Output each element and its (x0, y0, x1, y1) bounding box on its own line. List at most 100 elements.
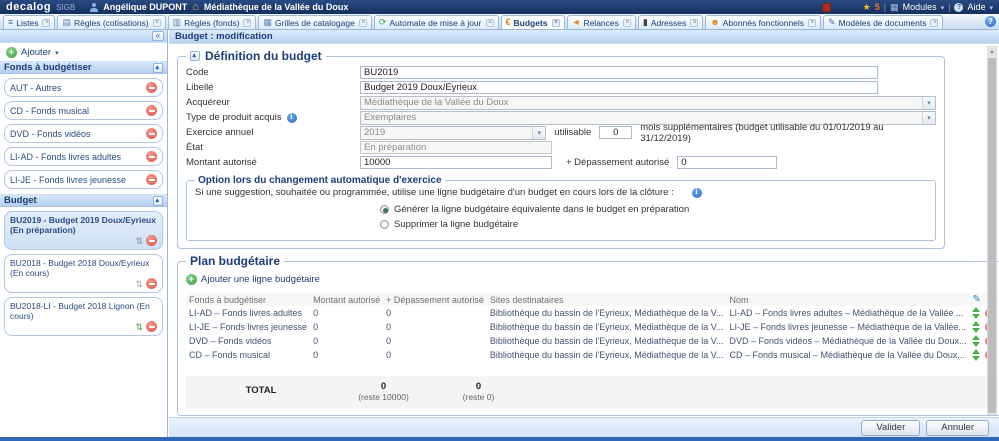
col-montant: Montant autorisé (310, 293, 383, 306)
budget-item[interactable]: BU2018 - Budget 2018 Doux/Eyrieux (En co… (4, 254, 163, 293)
budget-item[interactable]: BU2018-LI - Budget 2018 Lignon (En cours… (4, 297, 163, 336)
remove-icon[interactable] (146, 278, 157, 289)
tab-close-icon[interactable] (42, 19, 50, 27)
page-title: Budget : modification (169, 30, 999, 44)
libelle-input[interactable] (360, 81, 878, 94)
acquereur-label: Acquéreur (186, 97, 360, 108)
tab-close-icon[interactable] (153, 19, 161, 27)
info-icon[interactable] (692, 188, 702, 198)
plan-row[interactable]: LI-AD – Fonds livres adultes 0 0 Bibliot… (186, 306, 998, 320)
tab-close-icon[interactable] (486, 19, 494, 27)
scroll-up-arrow-icon[interactable] (988, 47, 996, 57)
tab[interactable]: ✎ Modèles de documents (823, 15, 943, 29)
home-icon: ⌂ (192, 2, 199, 12)
type-produit-label: Type de produit acquis (186, 112, 282, 123)
tab-close-icon[interactable] (623, 19, 631, 27)
tab[interactable]: ▦ Grilles de catalogage (258, 15, 371, 29)
cell-fonds: LI-JE – Fonds livres jeunesse (186, 320, 310, 334)
modules-grid-icon: ▦ (890, 2, 899, 13)
generer-radio[interactable] (380, 205, 389, 214)
help-icon[interactable]: ? (985, 16, 996, 27)
plan-row[interactable]: CD – Fonds musical 0 0 Bibliothèque du b… (186, 348, 998, 362)
scrollbar-thumb[interactable] (988, 58, 996, 413)
tab[interactable]: ▤ Règles (cotisations) (57, 15, 165, 29)
move-row-icon[interactable] (972, 349, 981, 361)
tab-bar: ≡ Listes ▤ Règles (cotisations) ▥ Règles… (0, 14, 999, 30)
move-row-icon[interactable] (972, 321, 981, 333)
valider-button[interactable]: Valider (861, 420, 920, 436)
recycle-icon[interactable] (135, 322, 143, 332)
tab-label: Grilles de catalogage (275, 18, 355, 28)
cell-depassement: 0 (383, 334, 487, 348)
fund-item[interactable]: LI-AD - Fonds livres adultes (4, 147, 163, 166)
tab-close-icon[interactable] (808, 19, 816, 27)
notification-count[interactable]: 5 (875, 2, 880, 12)
budget-item[interactable]: BU2019 - Budget 2019 Doux/Eyrieux (En pr… (4, 211, 163, 250)
supprimer-radio[interactable] (380, 220, 389, 229)
depassement-input[interactable] (677, 156, 777, 169)
tab-close-icon[interactable] (359, 19, 367, 27)
sidebar-collapse-button[interactable] (152, 31, 164, 41)
fund-item[interactable]: AUT - Autres (4, 78, 163, 97)
fund-item[interactable]: DVD - Fonds vidéos (4, 124, 163, 143)
tab[interactable]: ◄ Relances (567, 15, 636, 29)
aide-menu[interactable]: Aide (967, 2, 985, 12)
exercice-select[interactable]: 2019 (360, 126, 546, 140)
chevron-down-icon[interactable] (941, 2, 945, 12)
fund-item[interactable]: CD - Fonds musical (4, 101, 163, 120)
remove-icon[interactable] (146, 321, 157, 332)
annuler-button[interactable]: Annuler (926, 420, 989, 436)
code-input[interactable] (360, 66, 878, 79)
tab-icon: ≡ (8, 18, 13, 27)
fund-item[interactable]: LI-JE - Fonds livres jeunesse (4, 170, 163, 189)
col-sites: Sites destinataires (487, 293, 727, 306)
remove-icon[interactable] (146, 174, 157, 185)
montant-input[interactable] (360, 156, 552, 169)
cell-nom: LI-AD – Fonds livres adultes – Médiathèq… (726, 306, 969, 320)
remove-icon[interactable] (146, 128, 157, 139)
col-fonds: Fonds à budgétiser (186, 293, 310, 306)
remove-icon[interactable] (146, 105, 157, 116)
acquereur-select[interactable]: Médiathèque de la Vallée du Doux (360, 96, 936, 110)
plan-row[interactable]: LI-JE – Fonds livres jeunesse 0 0 Biblio… (186, 320, 998, 334)
remove-icon[interactable] (146, 82, 157, 93)
logout-icon[interactable] (822, 3, 831, 12)
vertical-scrollbar[interactable] (987, 46, 997, 415)
tab[interactable]: ≡ Listes (3, 15, 55, 29)
info-icon[interactable] (287, 113, 297, 123)
chevron-down-icon[interactable] (989, 2, 993, 12)
plan-legend: Plan budgétaire (190, 254, 280, 268)
tab-close-icon[interactable] (930, 19, 938, 27)
tab-close-icon[interactable] (243, 19, 251, 27)
move-row-icon[interactable] (972, 335, 981, 347)
tab-close-icon[interactable] (552, 19, 560, 27)
recycle-icon[interactable] (135, 236, 143, 246)
tab[interactable]: ⟳ Automate de mise à jour (374, 15, 499, 29)
tab[interactable]: ▥ Règles (fonds) (168, 15, 257, 29)
move-row-icon[interactable] (972, 307, 981, 319)
collapse-icon[interactable] (190, 51, 200, 61)
add-button[interactable]: Ajouter (0, 43, 167, 61)
remove-icon[interactable] (146, 235, 157, 246)
tab[interactable]: ☻ Abonnés fonctionnels (705, 15, 821, 29)
modules-menu[interactable]: Modules (903, 2, 937, 12)
edit-columns-icon[interactable]: ✎ (972, 294, 980, 305)
sidebar-top-strip (0, 30, 167, 43)
budget-section-header[interactable]: Budget (0, 194, 167, 207)
budget-label: BU2019 - Budget 2019 Doux/Eyrieux (En pr… (10, 215, 157, 235)
plan-row[interactable]: DVD – Fonds vidéos 0 0 Bibliothèque du b… (186, 334, 998, 348)
tab-close-icon[interactable] (690, 19, 698, 27)
tab-icon: ✎ (828, 18, 836, 27)
remove-icon[interactable] (146, 151, 157, 162)
funds-section-header[interactable]: Fonds à budgétiser (0, 61, 167, 74)
exercice-label: Exercice annuel (186, 127, 360, 138)
total-label: TOTAL (186, 381, 336, 402)
recycle-icon[interactable] (135, 279, 143, 289)
add-budget-line-button[interactable]: Ajouter une ligne budgétaire (186, 274, 998, 285)
tab[interactable]: ▮ Adresses (638, 15, 703, 29)
total-montant-reste: (reste 10000) (336, 392, 431, 402)
collapse-icon[interactable] (153, 63, 163, 73)
tab[interactable]: € Budgets (501, 15, 565, 29)
collapse-icon[interactable] (153, 196, 163, 206)
mois-input[interactable] (599, 126, 632, 139)
